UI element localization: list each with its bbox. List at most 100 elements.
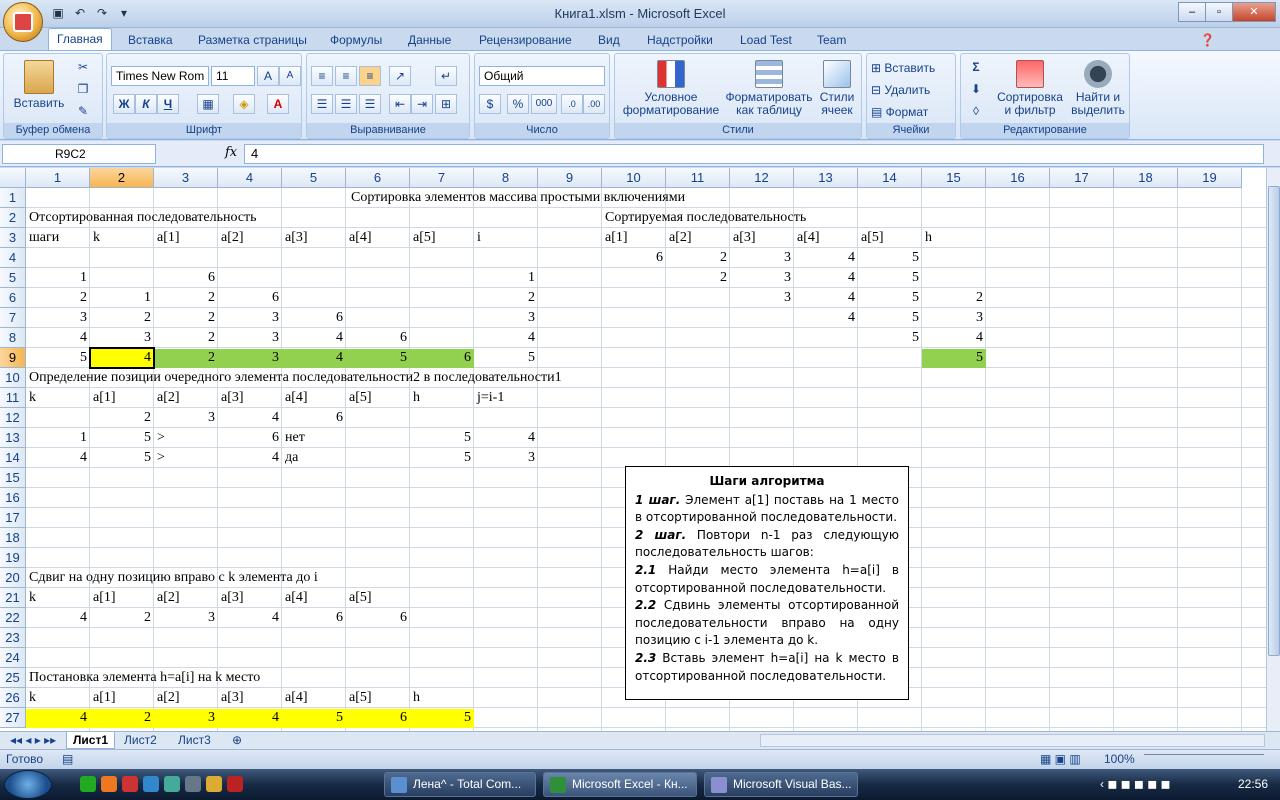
cell[interactable]: 5 bbox=[282, 708, 346, 728]
decrease-indent-icon[interactable]: ⇤ bbox=[389, 94, 411, 114]
vertical-scrollbar[interactable] bbox=[1266, 168, 1280, 731]
tab-data[interactable]: Данные bbox=[400, 30, 459, 50]
column-header[interactable]: 13 bbox=[794, 168, 858, 188]
cell[interactable]: 5 bbox=[858, 328, 922, 348]
cell[interactable]: нет bbox=[282, 428, 308, 448]
cell[interactable]: Сдвиг на одну позицию вправо с k элемент… bbox=[26, 568, 321, 588]
cell[interactable]: Определение позиции очередного элемента … bbox=[26, 368, 565, 388]
cell[interactable]: 6 bbox=[346, 608, 410, 628]
row-header[interactable]: 19 bbox=[0, 548, 26, 568]
cell[interactable]: 2 bbox=[666, 248, 730, 268]
sheet-title[interactable]: Сортировка элементов массива простыми вк… bbox=[348, 188, 688, 208]
cell[interactable]: 6 bbox=[282, 308, 346, 328]
cell[interactable]: 5 bbox=[346, 348, 410, 368]
cell[interactable]: 1 bbox=[90, 288, 154, 308]
borders-icon[interactable]: ▦ bbox=[197, 94, 219, 114]
taskbar-vba[interactable]: Microsoft Visual Bas... bbox=[704, 772, 858, 797]
row-header[interactable]: 21 bbox=[0, 588, 26, 608]
cell[interactable]: a[3] bbox=[282, 228, 311, 248]
column-header[interactable]: 17 bbox=[1050, 168, 1114, 188]
percent-button[interactable]: % bbox=[507, 94, 529, 114]
cell[interactable]: Отсортированная последовательность bbox=[26, 208, 260, 228]
row-header[interactable]: 25 bbox=[0, 668, 26, 688]
cell[interactable]: 3 bbox=[474, 308, 538, 328]
cell[interactable]: 6 bbox=[346, 328, 410, 348]
row-header[interactable]: 14 bbox=[0, 448, 26, 468]
cell[interactable]: 3 bbox=[218, 308, 282, 328]
row-header[interactable]: 17 bbox=[0, 508, 26, 528]
cell[interactable]: k bbox=[90, 228, 103, 248]
cell[interactable]: 5 bbox=[474, 348, 538, 368]
format-painter-icon[interactable]: ✎ bbox=[72, 102, 94, 122]
cell[interactable]: 4 bbox=[26, 708, 90, 728]
zoom-slider[interactable] bbox=[1144, 754, 1264, 764]
cell[interactable]: a[3] bbox=[730, 228, 759, 248]
cell[interactable]: 4 bbox=[794, 308, 858, 328]
view-normal-icon[interactable]: ▦ ▣ ▥ bbox=[1040, 750, 1081, 769]
fill-icon[interactable]: ⬇ bbox=[965, 80, 987, 100]
cell[interactable]: 6 bbox=[218, 428, 282, 448]
cell[interactable]: a[5] bbox=[346, 588, 375, 608]
cell[interactable]: a[3] bbox=[218, 688, 247, 708]
copy-icon[interactable]: ❐ bbox=[72, 80, 94, 100]
office-button[interactable] bbox=[3, 2, 43, 42]
cell[interactable]: 3 bbox=[154, 608, 218, 628]
cell[interactable]: a[2] bbox=[154, 688, 183, 708]
cell[interactable]: 5 bbox=[410, 428, 474, 448]
cell[interactable]: 3 bbox=[730, 288, 794, 308]
column-header[interactable]: 2 bbox=[90, 168, 154, 188]
cell[interactable]: 5 bbox=[858, 288, 922, 308]
column-header[interactable]: 9 bbox=[538, 168, 602, 188]
quicklaunch-icon-2[interactable] bbox=[101, 776, 117, 792]
cell[interactable]: 4 bbox=[282, 328, 346, 348]
vertical-scroll-thumb[interactable] bbox=[1268, 186, 1280, 656]
row-header[interactable]: 3 bbox=[0, 228, 26, 248]
merge-cells-icon[interactable]: ⊞ bbox=[435, 94, 457, 114]
cell[interactable]: 4 bbox=[26, 448, 90, 468]
cell[interactable]: 3 bbox=[218, 328, 282, 348]
cell[interactable]: 2 bbox=[90, 608, 154, 628]
autosum-button[interactable]: Σ bbox=[965, 58, 987, 78]
cell[interactable]: a[4] bbox=[282, 688, 311, 708]
cell[interactable]: 4 bbox=[794, 268, 858, 288]
quicklaunch-icon-6[interactable] bbox=[185, 776, 201, 792]
column-header[interactable]: 14 bbox=[858, 168, 922, 188]
cell[interactable]: 2 bbox=[666, 268, 730, 288]
increase-indent-icon[interactable]: ⇥ bbox=[411, 94, 433, 114]
find-select-button[interactable]: Найти и выделить bbox=[1067, 60, 1129, 117]
row-header[interactable]: 7 bbox=[0, 308, 26, 328]
cell[interactable]: a[4] bbox=[794, 228, 823, 248]
column-header[interactable]: 16 bbox=[986, 168, 1050, 188]
cell[interactable]: 4 bbox=[794, 288, 858, 308]
row-header[interactable]: 13 bbox=[0, 428, 26, 448]
column-header[interactable]: 1 bbox=[26, 168, 90, 188]
align-bottom-icon[interactable]: ≡ bbox=[359, 66, 381, 86]
cell[interactable]: a[1] bbox=[90, 588, 119, 608]
cell[interactable]: 5 bbox=[858, 308, 922, 328]
cell[interactable]: 3 bbox=[26, 308, 90, 328]
cell[interactable]: a[4] bbox=[282, 388, 311, 408]
sheet-tab-2[interactable]: Лист2 bbox=[118, 732, 163, 749]
cell[interactable]: a[5] bbox=[410, 228, 439, 248]
tab-insert[interactable]: Вставка bbox=[120, 30, 181, 50]
row-header[interactable]: 15 bbox=[0, 468, 26, 488]
cell[interactable]: a[1] bbox=[602, 228, 631, 248]
cell[interactable]: i bbox=[474, 228, 484, 248]
column-header[interactable]: 10 bbox=[602, 168, 666, 188]
worksheet[interactable]: 1 2 3 4 5 6 7 8 9 10 11 12 13 14 15 16 17 18 19 1234567891… bbox=[0, 168, 1266, 731]
format-as-table-button[interactable]: Форматировать как таблицу bbox=[723, 60, 815, 117]
cell[interactable]: 6 bbox=[346, 708, 410, 728]
row-header[interactable]: 2 bbox=[0, 208, 26, 228]
cell[interactable]: 2 bbox=[474, 288, 538, 308]
cut-icon[interactable]: ✂ bbox=[72, 58, 94, 78]
column-header[interactable]: 15 bbox=[922, 168, 986, 188]
cell[interactable]: 3 bbox=[154, 408, 218, 428]
row-header[interactable]: 11 bbox=[0, 388, 26, 408]
cell[interactable]: 2 bbox=[154, 288, 218, 308]
cell[interactable]: 2 bbox=[26, 288, 90, 308]
cell[interactable]: да bbox=[282, 448, 301, 468]
tray-icons[interactable]: ‹ ◼ ◼ ◼ ◼ ◼ bbox=[1100, 777, 1170, 791]
underline-button[interactable]: Ч bbox=[157, 94, 179, 114]
quicklaunch-icon-1[interactable] bbox=[80, 776, 96, 792]
taskbar-excel[interactable]: Microsoft Excel - Кн... bbox=[543, 772, 697, 797]
